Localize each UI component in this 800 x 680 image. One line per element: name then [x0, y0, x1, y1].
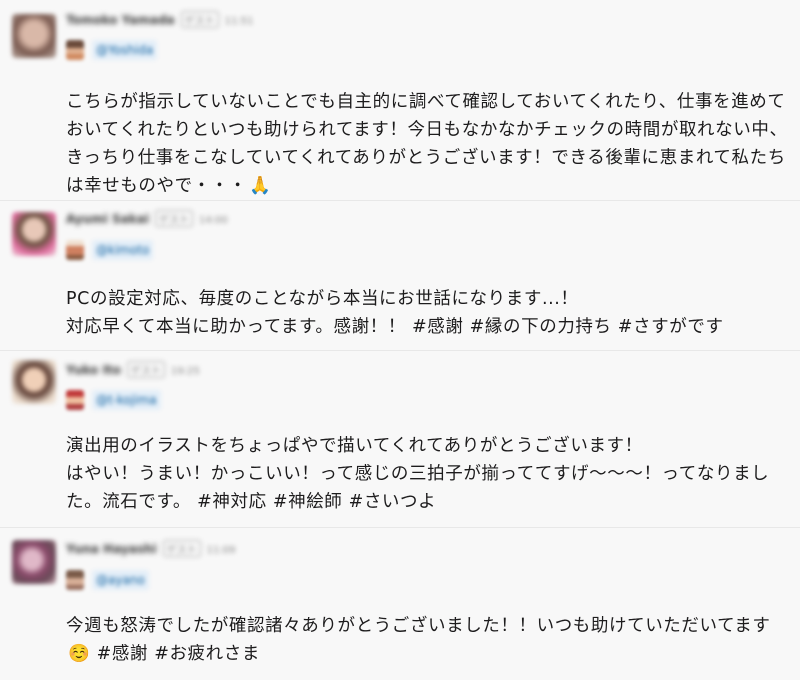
divider — [0, 200, 800, 201]
message-line: 対応早くて本当に助かってます。感謝！！ #感謝 #縁の下の力持ち #さすがです — [66, 317, 724, 337]
guest-badge: ゲスト — [162, 540, 201, 557]
message-line: 今週も怒涛でしたが確認諸々ありがとうございました！！いつも助けていただいてます — [66, 616, 771, 636]
message-line: ☺️ #感謝 #お疲れさま — [66, 640, 786, 668]
message-line: おいてくれたりといつも助けられてます！今日もなかなかチェックの時間が取れない中、 — [66, 120, 788, 140]
mention-avatar — [66, 40, 84, 60]
timestamp[interactable]: 11:51 — [225, 16, 254, 27]
smiling-face-emoji-icon: ☺️ — [68, 644, 91, 664]
guest-badge: ゲスト — [180, 11, 219, 28]
message-header: Yuko Ito ゲスト 19:25 — [66, 361, 200, 379]
avatar[interactable] — [12, 360, 56, 404]
author-name[interactable]: Tomoko Yamada — [66, 13, 175, 27]
divider — [0, 350, 800, 351]
message-line: PCの設定対応、毎度のことながら本当にお世話になります...！ — [66, 289, 579, 309]
message-line: た。流石です。 #神対応 #神絵師 #さいつよ — [66, 492, 437, 512]
message-header: Ayumi Sakai ゲスト 14:00 — [66, 210, 228, 228]
avatar[interactable] — [12, 14, 56, 58]
mention-name[interactable]: @t-kojima — [92, 390, 161, 410]
message-line: は幸せものやで・・・ 🙏 — [66, 172, 786, 200]
message-line: 演出用のイラストをちょっぱやで描いてくれてありがとうございます！ — [66, 436, 643, 456]
mention-avatar — [66, 390, 84, 410]
mention-name[interactable]: @ayano — [92, 570, 149, 590]
mention-name[interactable]: @Yoshida — [92, 40, 158, 60]
message-body: 演出用のイラストをちょっぱやで描いてくれてありがとうございます！ はやい！うまい… — [66, 432, 786, 516]
mention-avatar — [66, 570, 84, 590]
guest-badge: ゲスト — [154, 210, 193, 227]
author-name[interactable]: Yuko Ito — [66, 363, 121, 377]
timestamp[interactable]: 19:25 — [171, 366, 200, 377]
author-name[interactable]: Yuna Hayashi — [66, 542, 157, 556]
timestamp[interactable]: 14:00 — [199, 215, 228, 226]
author-name[interactable]: Ayumi Sakai — [66, 212, 149, 226]
avatar[interactable] — [12, 540, 56, 584]
mention-avatar — [66, 240, 84, 260]
message-header: Yuna Hayashi ゲスト 11:09 — [66, 540, 236, 558]
guest-badge: ゲスト — [126, 361, 165, 378]
message-body: 今週も怒涛でしたが確認諸々ありがとうございました！！いつも助けていただいてます … — [66, 612, 786, 668]
mention-name[interactable]: @kimoto — [92, 240, 154, 260]
message-line-text: #感謝 #お疲れさま — [96, 644, 260, 664]
pray-emoji-icon: 🙏 — [249, 176, 272, 196]
timestamp[interactable]: 11:09 — [207, 545, 236, 556]
message-body: こちらが指示していないことでも自主的に調べて確認しておいてくれたり、仕事を進めて… — [66, 88, 788, 200]
message-line: はやい！うまい！かっこいい！って感じの三拍子が揃っててすげ〜〜〜！ってなりまし — [66, 464, 770, 484]
message-line: きっちり仕事をこなしていてくれてありがとうございます！できる後輩に恵まれて私たち — [66, 148, 786, 168]
divider — [0, 527, 800, 528]
message-header: Tomoko Yamada ゲスト 11:51 — [66, 11, 253, 29]
message-body: PCの設定対応、毎度のことながら本当にお世話になります...！ 対応早くて本当に… — [66, 285, 786, 341]
message-line: こちらが指示していないことでも自主的に調べて確認しておいてくれたり、仕事を進めて — [66, 92, 786, 112]
avatar[interactable] — [12, 212, 56, 256]
message-line-text: は幸せものやで・・・ — [66, 176, 247, 196]
